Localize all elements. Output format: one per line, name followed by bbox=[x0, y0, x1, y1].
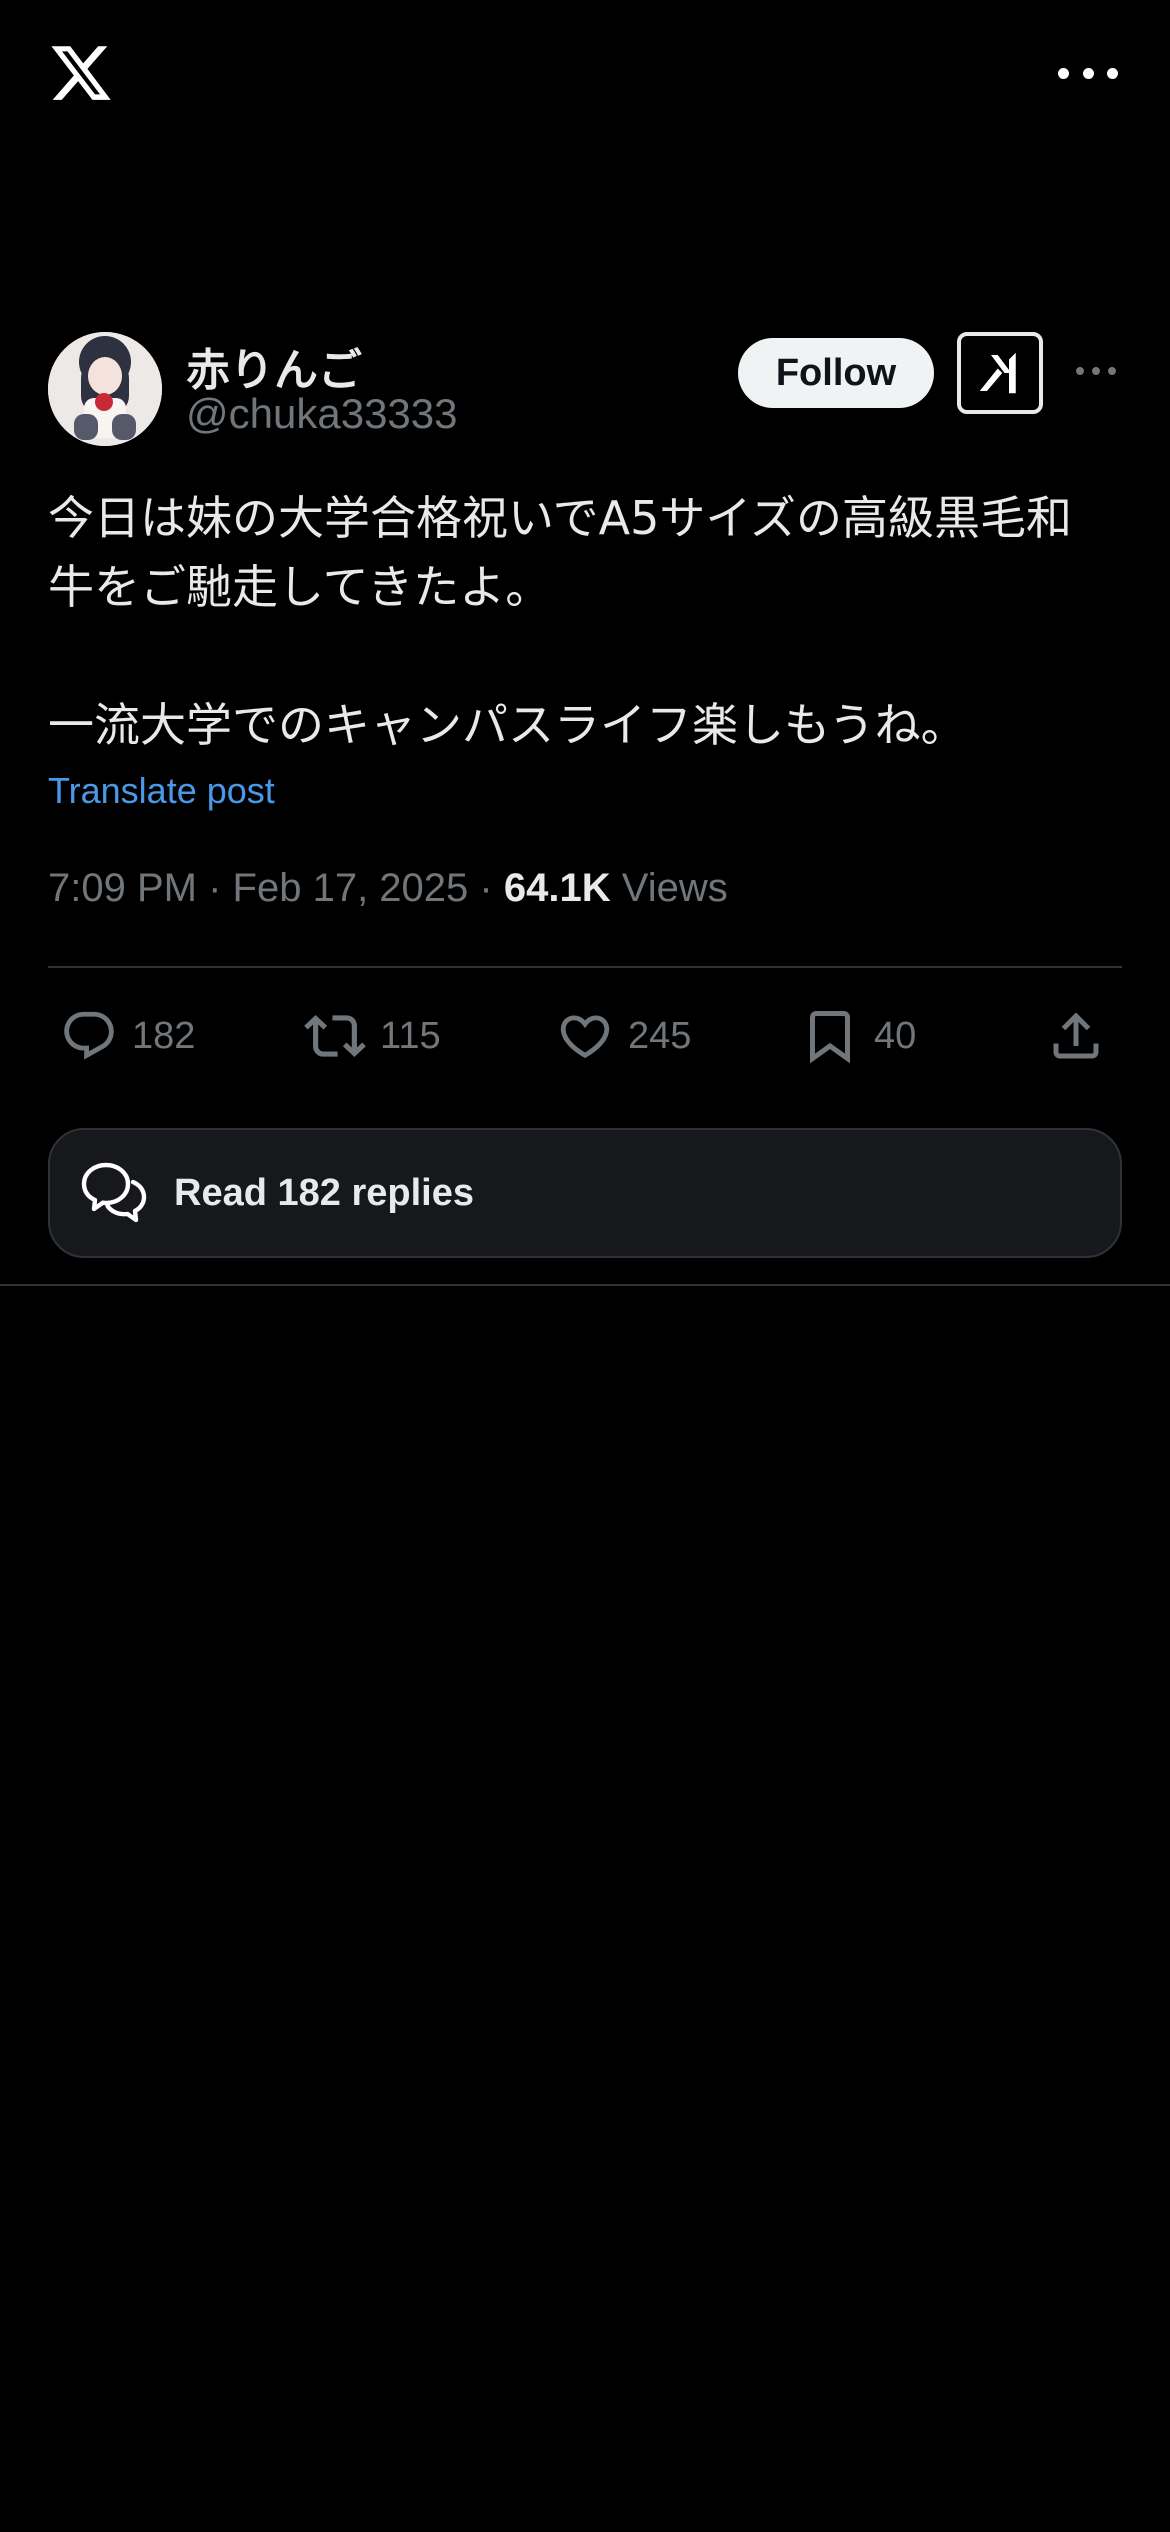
tweet-date[interactable]: Feb 17, 2025 bbox=[233, 866, 469, 910]
tweet-more-icon[interactable] bbox=[1076, 364, 1116, 378]
top-bar bbox=[0, 0, 1170, 150]
views-label: Views bbox=[621, 866, 728, 910]
repost-icon bbox=[304, 1005, 366, 1067]
bookmark-icon bbox=[800, 1006, 860, 1066]
translate-post-link[interactable]: Translate post bbox=[48, 770, 275, 812]
tweet-meta: 7:09 PM · Feb 17, 2025 · 64.1K Views bbox=[48, 866, 728, 911]
tweet-text: 今日は妹の大学合格祝いでA5サイズの高級黒毛和 牛をご馳走してきたよ。 一流大学… bbox=[48, 491, 1072, 752]
repost-count: 115 bbox=[380, 1014, 441, 1057]
meta-separator: · bbox=[208, 866, 222, 910]
avatar[interactable] bbox=[48, 332, 162, 446]
conversation-icon bbox=[78, 1157, 150, 1229]
heart-icon bbox=[556, 1007, 614, 1065]
like-count: 245 bbox=[628, 1014, 692, 1057]
meta-separator: · bbox=[479, 866, 493, 910]
share-icon bbox=[1046, 1006, 1106, 1066]
divider bbox=[0, 1284, 1170, 1286]
reply-count: 182 bbox=[132, 1014, 196, 1057]
grok-icon[interactable] bbox=[957, 332, 1043, 414]
x-logo-icon[interactable] bbox=[48, 40, 114, 106]
views-count[interactable]: 64.1K bbox=[504, 866, 611, 910]
tweet-header: 赤りんご @chuka33333 Follow bbox=[48, 332, 1122, 448]
action-bar: 182 115 245 40 bbox=[48, 1000, 1122, 1072]
read-replies-label: Read 182 replies bbox=[174, 1171, 474, 1214]
reply-button[interactable]: 182 bbox=[60, 1000, 195, 1072]
repost-button[interactable]: 115 bbox=[304, 1000, 441, 1072]
bookmark-button[interactable]: 40 bbox=[800, 1000, 916, 1072]
bookmark-count: 40 bbox=[874, 1014, 917, 1057]
read-replies-button[interactable]: Read 182 replies bbox=[48, 1128, 1122, 1258]
reply-icon bbox=[60, 1007, 118, 1065]
follow-button[interactable]: Follow bbox=[738, 338, 934, 408]
user-handle[interactable]: @chuka33333 bbox=[186, 390, 458, 438]
divider bbox=[48, 966, 1122, 968]
display-name[interactable]: 赤りんご bbox=[186, 334, 362, 398]
tweet-time[interactable]: 7:09 PM bbox=[48, 866, 197, 910]
share-button[interactable] bbox=[1046, 1000, 1106, 1072]
more-options-icon[interactable] bbox=[1058, 56, 1118, 90]
like-button[interactable]: 245 bbox=[556, 1000, 691, 1072]
